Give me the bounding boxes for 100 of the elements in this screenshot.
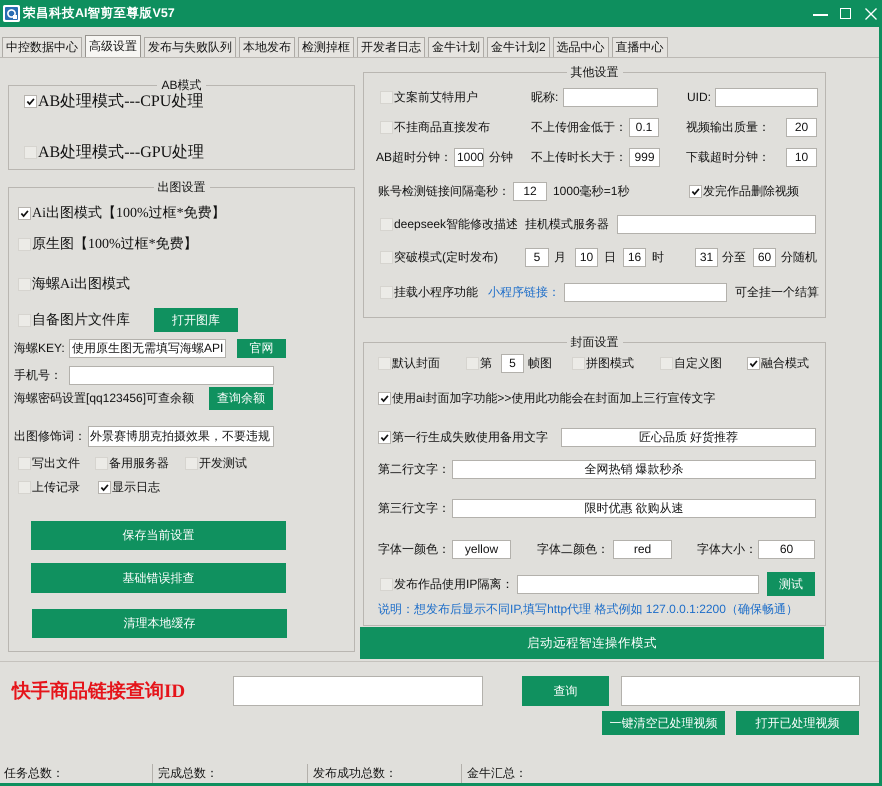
tab[interactable]: 金牛计划2 <box>487 37 550 57</box>
checkbox[interactable] <box>18 206 31 220</box>
website-button[interactable]: 官网 <box>237 338 286 358</box>
checkbox-label[interactable]: 文案前艾特用户 <box>394 88 478 106</box>
checkbox-label[interactable]: 拼图模式 <box>586 354 634 372</box>
input-field[interactable]: 20 <box>786 118 817 136</box>
checkbox[interactable] <box>380 578 393 590</box>
input-field[interactable]: 60 <box>758 540 815 558</box>
tab[interactable]: 开发者日志 <box>357 37 425 57</box>
checkbox-label[interactable]: 自备图片文件库 <box>32 311 130 329</box>
checkbox-label[interactable]: 使用ai封面加字功能>>使用此功能会在封面加上三行宣传文字 <box>392 390 716 406</box>
checkbox-label[interactable]: 原生图【100%过框*免费】 <box>32 235 198 253</box>
input-field[interactable] <box>715 88 818 106</box>
phone-field[interactable] <box>69 366 274 385</box>
input-field[interactable]: yellow <box>452 540 511 558</box>
checkbox[interactable] <box>466 356 479 370</box>
remote-mode-button[interactable]: 启动远程智连操作模式 <box>360 627 824 659</box>
checkbox[interactable] <box>380 90 393 104</box>
action-button[interactable]: 保存当前设置 <box>31 521 286 550</box>
checkbox-label[interactable]: 备用服务器 <box>109 455 169 472</box>
input-field[interactable] <box>563 88 658 106</box>
checkbox[interactable] <box>378 356 391 370</box>
checkbox[interactable] <box>689 184 702 198</box>
tab[interactable]: 金牛计划 <box>428 37 484 57</box>
input-field[interactable] <box>517 574 759 594</box>
input-field[interactable]: 限时优惠 欲购从速 <box>452 498 816 518</box>
check-balance-button[interactable]: 查询余额 <box>209 387 273 410</box>
input-field[interactable]: 16 <box>623 248 646 266</box>
checkbox-label[interactable]: 第 <box>480 354 492 372</box>
checkbox[interactable] <box>185 457 198 470</box>
action-button[interactable]: 打开已处理视频 <box>736 711 859 735</box>
input-field[interactable]: 31 <box>695 248 718 266</box>
input-field[interactable]: 10 <box>575 248 598 266</box>
checkbox-label[interactable]: 发布作品使用IP隔离： <box>394 576 514 592</box>
checkbox-label[interactable]: 不挂商品直接发布 <box>394 118 490 136</box>
checkbox-label[interactable]: 开发测试 <box>199 455 247 472</box>
checkbox-label[interactable]: 海螺Ai出图模式 <box>32 275 130 293</box>
checkbox[interactable] <box>747 356 760 370</box>
input-field[interactable]: 0.1 <box>629 118 659 136</box>
minimize-icon[interactable] <box>813 14 828 16</box>
query-button[interactable]: 查询 <box>522 676 609 706</box>
input-field[interactable]: 60 <box>753 248 776 266</box>
checkbox[interactable] <box>378 392 391 404</box>
checkbox[interactable] <box>380 250 393 264</box>
checkbox-label[interactable]: 自定义图 <box>674 354 722 372</box>
checkbox-label[interactable]: AB处理模式---GPU处理 <box>38 142 204 162</box>
checkbox-label[interactable]: 挂载小程序功能 <box>394 284 478 300</box>
tab[interactable]: 发布与失败队列 <box>144 37 236 57</box>
checkbox[interactable] <box>18 457 31 470</box>
checkbox[interactable] <box>18 238 31 250</box>
tab[interactable]: 本地发布 <box>239 37 295 57</box>
tab[interactable]: 中控数据中心 <box>2 37 82 57</box>
checkbox-label[interactable]: 显示日志 <box>112 479 160 496</box>
action-button[interactable]: 基础错误排查 <box>31 563 286 593</box>
checkbox-label[interactable]: deepseek智能修改描述 <box>394 216 518 232</box>
input-field[interactable]: 5 <box>525 248 549 266</box>
checkbox[interactable] <box>380 120 393 134</box>
checkbox-label[interactable]: 发完作品删除视频 <box>703 182 799 200</box>
checkbox[interactable] <box>18 278 31 290</box>
link-input-field[interactable] <box>233 676 483 706</box>
input-field[interactable]: 12 <box>513 182 547 200</box>
input-field[interactable]: 999 <box>629 148 660 166</box>
maximize-icon[interactable] <box>840 8 851 19</box>
result-field[interactable] <box>621 676 860 706</box>
close-icon[interactable] <box>865 8 877 20</box>
tab[interactable]: 检测掉框 <box>298 37 354 57</box>
checkbox-label[interactable]: AB处理模式---CPU处理 <box>38 90 204 112</box>
checkbox-label[interactable]: 融合模式 <box>761 354 809 372</box>
input-field[interactable]: 5 <box>501 354 524 372</box>
checkbox[interactable] <box>18 314 31 326</box>
test-button[interactable]: 测试 <box>767 572 815 596</box>
input-field[interactable] <box>564 282 727 302</box>
checkbox[interactable] <box>98 481 111 494</box>
key-field[interactable]: 使用原生图无需填写海螺API <box>69 338 226 358</box>
input-field[interactable]: 10 <box>786 148 817 166</box>
checkbox-label[interactable]: Ai出图模式【100%过框*免费】 <box>32 204 226 222</box>
input-field[interactable]: 匠心品质 好货推荐 <box>561 428 816 446</box>
action-button[interactable]: 一键清空已处理视频 <box>602 711 725 735</box>
tab[interactable]: 选品中心 <box>552 37 609 57</box>
checkbox[interactable] <box>18 481 31 494</box>
checkbox[interactable] <box>660 356 673 370</box>
tab[interactable]: 直播中心 <box>612 37 668 57</box>
action-button[interactable]: 清理本地缓存 <box>32 609 287 638</box>
input-field[interactable]: 1000 <box>454 148 484 166</box>
checkbox[interactable] <box>572 356 585 370</box>
checkbox-label[interactable]: 写出文件 <box>32 455 80 472</box>
checkbox[interactable] <box>24 146 37 158</box>
prompt-field[interactable]: 外景赛博朋克拍摄效果，不要违规 <box>88 426 274 447</box>
input-field[interactable]: 全网热销 爆款秒杀 <box>452 460 816 478</box>
checkbox[interactable] <box>380 218 393 230</box>
checkbox-label[interactable]: 突破模式(定时发布) <box>394 248 498 266</box>
open-gallery-button[interactable]: 打开图库 <box>154 308 238 332</box>
input-field[interactable]: red <box>613 540 672 558</box>
checkbox-label[interactable]: 第一行生成失败使用备用文字 <box>392 428 548 446</box>
checkbox-label[interactable]: 上传记录 <box>32 479 80 496</box>
checkbox[interactable] <box>380 286 393 298</box>
checkbox[interactable] <box>378 430 391 444</box>
checkbox-label[interactable]: 默认封面 <box>392 354 440 372</box>
tab[interactable]: 高级设置 <box>85 35 141 57</box>
input-field[interactable] <box>617 214 816 234</box>
